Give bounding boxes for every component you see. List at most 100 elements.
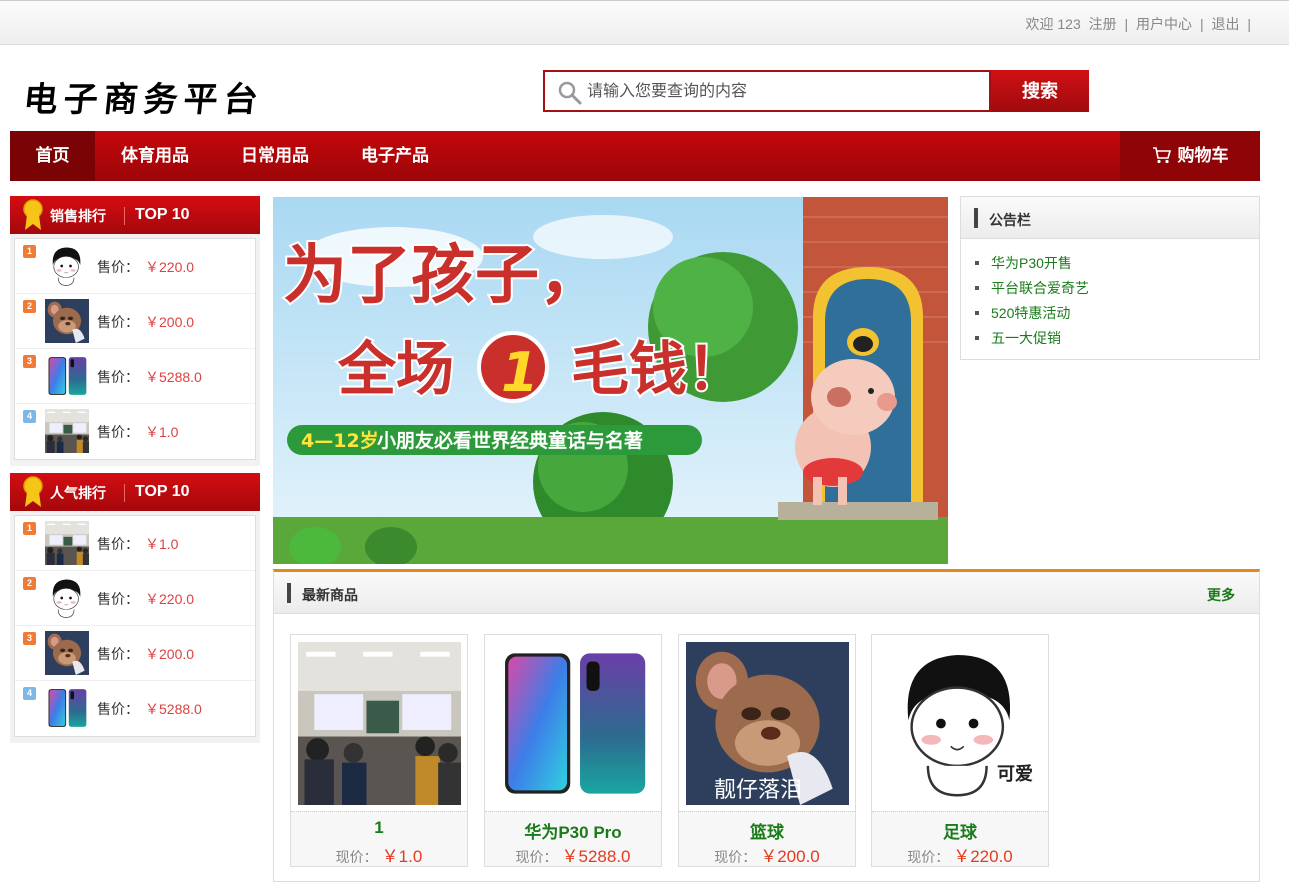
divider — [124, 484, 125, 502]
more-link[interactable]: 更多 — [1207, 585, 1235, 605]
product-thumbnail[interactable] — [45, 354, 89, 398]
rank-top-label: TOP 10 — [135, 206, 190, 223]
price-value: ￥200.0 — [760, 847, 820, 866]
header-accent-bar — [974, 208, 978, 228]
product-card[interactable]: 可爱 足球 现价： ￥220.0 — [871, 634, 1049, 867]
rank-title: 销售排行 — [50, 208, 106, 224]
product-price: 现价： ￥200.0 — [679, 842, 855, 867]
site-logo[interactable]: 电子商务平台 — [22, 72, 266, 122]
notice-item[interactable]: 五一大促销 — [975, 326, 1259, 351]
product-name[interactable]: 篮球 — [679, 818, 855, 842]
price-value: ￥220.0 — [145, 259, 195, 275]
rank-item[interactable]: 1 售价： ￥220.0 — [15, 239, 255, 294]
product-thumbnail[interactable] — [45, 244, 89, 288]
rank-badge: 1 — [23, 522, 36, 535]
product-thumbnail[interactable] — [45, 409, 89, 453]
rank-item[interactable]: 2 售价： ￥200.0 — [15, 294, 255, 349]
nav-daily[interactable]: 日常用品 — [225, 131, 325, 181]
separator: | — [1124, 16, 1129, 32]
product-card[interactable]: 华为P30 Pro 现价： ￥5288.0 — [484, 634, 662, 867]
divider — [124, 207, 125, 225]
rank-list: 1 售价： ￥1.0 2 售价： ￥220.0 3 售价： ￥200.0 4 售… — [14, 515, 256, 737]
promo-banner[interactable]: 为了孩子， 全场 1 毛钱！ 4—12岁 小朋友必看世界经典童话与名著 — [273, 197, 948, 564]
search-icon — [558, 81, 582, 105]
main-nav: 首页 体育用品 日常用品 电子产品 购物车 — [10, 131, 1260, 181]
price-value: ￥1.0 — [381, 847, 423, 866]
cart-label: 购物车 — [1177, 146, 1229, 165]
medal-icon — [23, 476, 43, 507]
banner-age: 4—12岁 — [301, 429, 379, 452]
price-label: 售价： — [97, 314, 139, 330]
top-links: 欢迎 123 注册 | 用户中心 | 退出 | — [1023, 14, 1253, 34]
product-name[interactable]: 足球 — [872, 818, 1048, 842]
rank-list: 1 售价： ￥220.0 2 售价： ￥200.0 3 售价： ￥5288.0 … — [14, 238, 256, 460]
user-center-link[interactable]: 用户中心 — [1136, 16, 1192, 32]
notice-list: 华为P30开售 平台联合爱奇艺 520特惠活动 五一大促销 — [961, 239, 1259, 351]
product-thumbnail[interactable] — [45, 576, 89, 620]
cart-button[interactable]: 购物车 — [1120, 131, 1260, 181]
price-label: 售价： — [97, 591, 139, 607]
price-label: 售价： — [97, 536, 139, 552]
register-link[interactable]: 注册 — [1089, 16, 1117, 32]
search-input[interactable] — [587, 80, 977, 104]
notice-item[interactable]: 平台联合爱奇艺 — [975, 276, 1259, 301]
popular-ranking: 人气排行 TOP 10 1 售价： ￥1.0 2 售价： ￥220.0 3 售价… — [10, 473, 260, 743]
product-thumbnail[interactable] — [45, 521, 89, 565]
notice-item[interactable]: 华为P30开售 — [975, 251, 1259, 276]
product-thumbnail[interactable] — [45, 299, 89, 343]
price-label: 现价： — [714, 849, 757, 865]
rank-badge: 3 — [23, 355, 36, 368]
rank-item[interactable]: 4 售价： ￥5288.0 — [15, 681, 255, 736]
logout-link[interactable]: 退出 — [1211, 16, 1239, 32]
nav-home[interactable]: 首页 — [10, 131, 95, 181]
rank-top-label: TOP 10 — [135, 483, 190, 500]
price-label: 售价： — [97, 424, 139, 440]
rank-item[interactable]: 3 售价： ￥5288.0 — [15, 349, 255, 404]
price-label: 售价： — [97, 701, 139, 717]
sales-ranking-header: 销售排行 TOP 10 — [10, 196, 260, 234]
product-image[interactable] — [492, 642, 655, 805]
price-label: 现价： — [515, 849, 558, 865]
product-price: 现价： ￥220.0 — [872, 842, 1048, 867]
separator: | — [1247, 16, 1251, 32]
nav-sports[interactable]: 体育用品 — [105, 131, 205, 181]
product-price: 现价： ￥5288.0 — [485, 842, 661, 867]
product-image[interactable]: 靓仔落泪 — [686, 642, 849, 805]
notice-header: 公告栏 — [961, 197, 1259, 239]
product-thumbnail[interactable] — [45, 686, 89, 730]
price-value: ￥200.0 — [145, 314, 195, 330]
banner-headline-1: 为了孩子， — [283, 239, 603, 313]
notice-item[interactable]: 520特惠活动 — [975, 301, 1259, 326]
separator: | — [1199, 16, 1204, 32]
price-value: ￥1.0 — [145, 536, 179, 552]
banner-price-number: 1 — [501, 341, 539, 404]
product-thumbnail[interactable] — [45, 631, 89, 675]
rank-item[interactable]: 1 售价： ￥1.0 — [15, 516, 255, 571]
price-value: ￥1.0 — [145, 424, 179, 440]
rank-item[interactable]: 3 售价： ￥200.0 — [15, 626, 255, 681]
price-value: ￥200.0 — [145, 646, 195, 662]
rank-badge: 3 — [23, 632, 36, 645]
rank-badge: 2 — [23, 577, 36, 590]
cart-icon — [1152, 147, 1171, 164]
product-card[interactable]: 1 现价： ￥1.0 — [290, 634, 468, 867]
product-name[interactable]: 华为P30 Pro — [485, 818, 661, 842]
price-label: 售价： — [97, 259, 139, 275]
rank-item[interactable]: 2 售价： ￥220.0 — [15, 571, 255, 626]
rank-title: 人气排行 — [50, 485, 106, 501]
search-button[interactable]: 搜索 — [991, 70, 1089, 112]
banner-headline-2a: 全场 — [337, 335, 454, 403]
rank-item[interactable]: 4 售价： ￥1.0 — [15, 404, 255, 459]
nav-electronics[interactable]: 电子产品 — [345, 131, 445, 181]
product-card[interactable]: 靓仔落泪 篮球 现价： ￥200.0 — [678, 634, 856, 867]
newest-header: 最新商品 更多 — [274, 572, 1259, 614]
product-image[interactable] — [298, 642, 461, 805]
product-image[interactable]: 可爱 — [879, 642, 1042, 805]
product-name[interactable]: 1 — [291, 818, 467, 842]
price-value: ￥220.0 — [953, 847, 1013, 866]
product-info: 足球 现价： ￥220.0 — [872, 811, 1048, 866]
search-box — [543, 70, 991, 112]
rank-badge: 4 — [23, 410, 36, 423]
image-caption: 靓仔落泪 — [714, 777, 803, 802]
top-bar: 欢迎 123 注册 | 用户中心 | 退出 | — [0, 0, 1289, 45]
